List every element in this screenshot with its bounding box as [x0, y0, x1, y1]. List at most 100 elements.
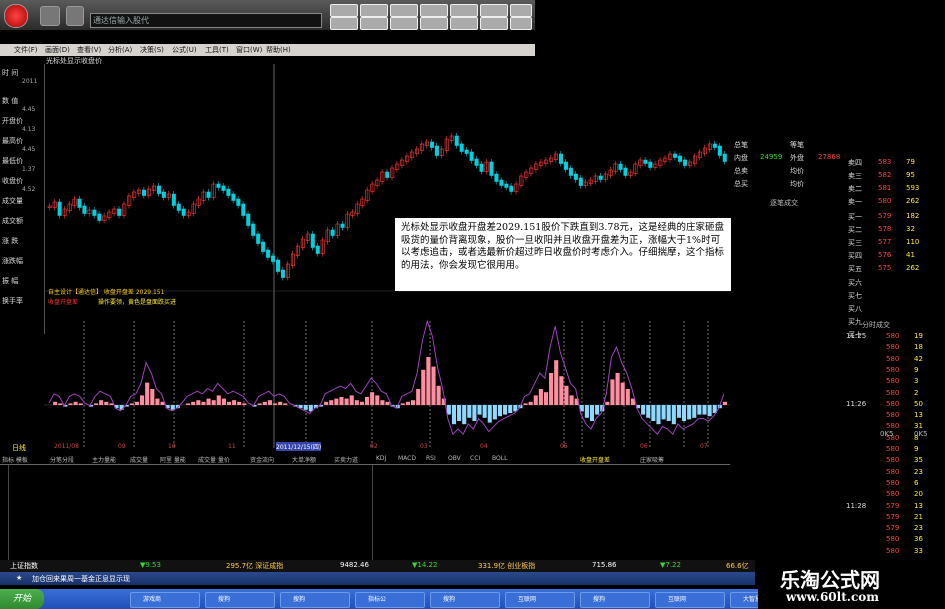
- tab-obv[interactable]: OBV: [448, 455, 461, 462]
- panel-tab-1[interactable]: 0K5: [880, 430, 894, 438]
- tab-kdj[interactable]: KDJ: [376, 455, 386, 462]
- back-icon[interactable]: [40, 6, 60, 26]
- menu-formula[interactable]: 公式(U): [172, 45, 197, 55]
- order-book-label: 买五: [848, 265, 862, 273]
- bottom-pane-divider-2: [372, 465, 373, 561]
- histogram-bar: [400, 403, 405, 405]
- toolbar-button-5[interactable]: [450, 4, 478, 17]
- tab-power[interactable]: 主力量能: [92, 455, 116, 464]
- tab-macd[interactable]: MACD: [398, 455, 416, 462]
- time-sales-volume: 50: [914, 399, 923, 408]
- order-book-label: 卖一: [848, 198, 862, 206]
- taskbar-item[interactable]: 互联网: [655, 592, 725, 608]
- candle: [330, 229, 335, 236]
- candle: [142, 189, 147, 196]
- candle: [310, 233, 315, 248]
- taskbar-item[interactable]: 搜狗: [205, 592, 275, 608]
- candle: [236, 198, 241, 206]
- histogram-bar: [364, 397, 370, 405]
- order-book-volume: 79: [906, 158, 915, 166]
- tab-fund-flow[interactable]: 资金流向: [250, 455, 274, 464]
- menu-view-screen[interactable]: 画面(D): [45, 45, 70, 55]
- time-sales-header: 分时成交: [862, 321, 890, 329]
- sidebar-label-high: 最高价: [2, 137, 23, 145]
- menu-file[interactable]: 文件(F): [14, 45, 38, 55]
- tab-volume[interactable]: 成交量: [130, 455, 148, 464]
- toolbar-button-13[interactable]: [480, 17, 508, 30]
- toolbar-button-14[interactable]: [510, 17, 532, 30]
- histogram-bar: [324, 401, 329, 405]
- menu-window[interactable]: 窗口(W): [236, 45, 262, 55]
- candle: [563, 161, 568, 170]
- tab-force[interactable]: 买卖力道: [334, 455, 358, 464]
- toolbar-button-6[interactable]: [480, 4, 508, 17]
- menu-analysis[interactable]: 分析(A): [108, 45, 132, 55]
- histogram-bar: [370, 392, 375, 405]
- toolbar-button-9[interactable]: [360, 17, 388, 30]
- tab-boll[interactable]: BOLL: [492, 455, 507, 462]
- forward-icon[interactable]: [66, 6, 84, 26]
- candle: [340, 223, 345, 228]
- menu-help[interactable]: 帮助(H): [266, 45, 291, 55]
- tab-ali[interactable]: 阿里 量能: [160, 455, 186, 464]
- toolbar-button-10[interactable]: [390, 17, 418, 30]
- date-axis: 日线 2011/08 09 10 11 2011/12/15(四) 02 03 …: [0, 441, 730, 453]
- news-notice-bar[interactable]: ★ 加仓回来果周一基金正息显示现: [0, 572, 755, 585]
- order-book-price: 583: [878, 158, 892, 166]
- watermark-title: 乐淘公式网: [780, 568, 880, 592]
- toolbar-button-7[interactable]: [510, 4, 532, 17]
- address-input[interactable]: 通达信输入股代: [90, 13, 322, 28]
- candle: [171, 193, 176, 206]
- histogram-bar: [211, 400, 216, 405]
- period-label[interactable]: 日线: [12, 443, 26, 453]
- candle: [251, 223, 256, 236]
- menu-tools[interactable]: 工具(T): [205, 45, 229, 55]
- histogram-bar: [349, 395, 354, 405]
- time-sales-price: 580: [886, 445, 900, 453]
- ticker-sh-name[interactable]: 上证指数: [10, 561, 38, 571]
- toolbar-button-8[interactable]: [330, 17, 358, 30]
- tab-cci[interactable]: CCI: [470, 455, 480, 462]
- indicator-formula-line: 自主设计【通达信】 收盘开盘差 2029.151: [48, 289, 165, 296]
- candle: [226, 188, 231, 196]
- time-sales-price: 579: [886, 512, 900, 521]
- toolbar-button-3[interactable]: [390, 4, 418, 17]
- tab-tick[interactable]: 分笔分段: [50, 455, 74, 464]
- toolbar-button-4[interactable]: [420, 4, 448, 17]
- taskbar-item[interactable]: 指标公: [355, 592, 425, 608]
- candle: [568, 167, 573, 176]
- tab-template[interactable]: 指标 模板: [2, 455, 28, 464]
- menu-decision[interactable]: 决策(S): [140, 45, 164, 55]
- toolbar-button-2[interactable]: [360, 4, 388, 17]
- panel-tab-2[interactable]: 0K5: [914, 430, 928, 438]
- order-book-volume: 593: [906, 184, 920, 192]
- tab-accumulation[interactable]: 庄家吸筹: [640, 455, 664, 464]
- notice-text[interactable]: 加仓回来果周一基金正息显示现: [32, 574, 130, 584]
- taskbar-item[interactable]: 游戏商: [130, 592, 200, 608]
- toolbar-button-1[interactable]: [330, 4, 358, 17]
- menu-view[interactable]: 查看(V): [77, 45, 101, 55]
- histogram-bar: [697, 405, 702, 415]
- time-sales-price: 580: [886, 535, 900, 544]
- ticker-sh-amount: 295.7亿 深证成指: [226, 562, 284, 570]
- watermark-url: www.60lt.com: [786, 590, 879, 604]
- order-book-empty-label: 买八: [848, 305, 862, 313]
- toolbar-button-12[interactable]: [450, 17, 478, 30]
- toolbar-button-11[interactable]: [420, 17, 448, 30]
- tab-volume-price[interactable]: 成交量 量价: [198, 455, 230, 464]
- taskbar-item[interactable]: 搜狗: [280, 592, 350, 608]
- order-book-volume: 182: [906, 212, 920, 220]
- tab-close-open-diff[interactable]: 收盘开盘差: [580, 455, 610, 464]
- order-book-label: 卖二: [848, 185, 862, 193]
- histogram-bar: [543, 392, 549, 405]
- taskbar-item[interactable]: 搜狗: [430, 592, 500, 608]
- tab-big-order[interactable]: 大单净额: [292, 455, 316, 464]
- tab-rsi[interactable]: RSI: [426, 455, 436, 462]
- candle: [712, 143, 717, 148]
- candle: [246, 213, 251, 226]
- start-button[interactable]: 开始: [0, 589, 44, 609]
- histogram-bar: [610, 379, 615, 405]
- taskbar-item[interactable]: 互联网: [505, 592, 575, 608]
- taskbar-item[interactable]: 搜狗: [580, 592, 650, 608]
- time-sales-volume: 21: [914, 512, 923, 521]
